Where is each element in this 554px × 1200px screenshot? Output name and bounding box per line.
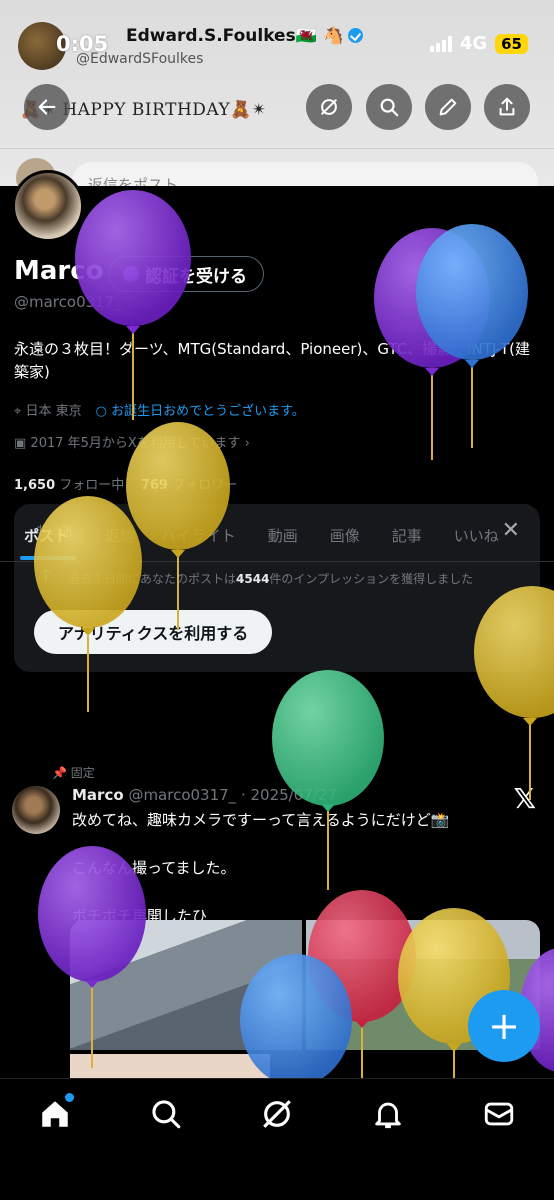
profile-avatar[interactable] [12, 170, 84, 242]
search-icon [380, 98, 399, 117]
status-indicators: 4G 65 [429, 33, 528, 54]
profile-bio: 永遠の３枚目！ダーツ、MTG(Standard、Pioneer)、GTC、撮影、… [14, 340, 530, 381]
compose-button[interactable]: + [468, 990, 540, 1062]
search-tab[interactable] [149, 1097, 183, 1131]
home-icon [42, 1101, 69, 1127]
post-text: 改めてね、趣味カメラですーって言えるようにだけど📸 こんなん撮ってました。 ボチ… [72, 811, 450, 925]
tab-highlights[interactable]: ハイライト [153, 512, 254, 561]
joined-date[interactable]: ▣ 2017 年5月からXを利用しています › [14, 432, 250, 451]
chevron-right-icon: › [244, 436, 250, 451]
network-label: 4G [459, 33, 488, 54]
home-tab[interactable] [38, 1093, 75, 1131]
post-avatar[interactable] [12, 786, 60, 834]
get-verified-button[interactable]: 認証を受ける [108, 256, 264, 292]
impressions-text: 過去７日間にあなたのポストは4544件のインプレッションを獲得しました [68, 572, 474, 586]
active-tab-indicator [20, 556, 76, 560]
signal-icon [429, 35, 452, 52]
post-header: Marco @marco0317_ · 2025/07/27 [72, 786, 337, 804]
pin-icon: 📌 [52, 766, 71, 780]
notification-dot [65, 1093, 75, 1102]
reply-input[interactable]: 返信をポスト [72, 162, 538, 186]
profile-handle: @marco0317_ [14, 293, 122, 311]
divider [0, 148, 554, 149]
follow-stats: 1,650 フォロー中 769 フォロワー [14, 474, 237, 493]
following-link[interactable]: 1,650 フォロー中 [14, 478, 124, 493]
search-icon [152, 1100, 181, 1129]
background-author-name: Edward.S.Foulkes🏴󠁧󠁢󠁷󠁬󠁳󠁿 🐴 [126, 26, 363, 46]
balloon-icon: ○ [95, 404, 112, 419]
profile-meta: ⌖ 日本 東京 ○ お誕生日おめでとうございます。 [14, 400, 305, 419]
followers-link[interactable]: 769 フォロワー [141, 478, 237, 493]
post-image-portrait[interactable] [70, 1054, 270, 1078]
battery-icon: 65 [495, 33, 528, 54]
tab-replies[interactable]: 返信 [87, 512, 153, 561]
share-button[interactable] [484, 84, 530, 130]
analytics-button[interactable]: アナリティクスを利用する [34, 610, 273, 654]
pinned-label: 📌 固定 [52, 766, 95, 780]
calendar-icon: ▣ [14, 436, 31, 451]
profile-name: Marco [14, 256, 104, 286]
back-button[interactable] [24, 84, 70, 130]
plus-icon: + [488, 1004, 520, 1048]
get-verified-label: 認証を受ける [145, 266, 247, 287]
bell-icon [375, 1102, 401, 1129]
tab-likes[interactable]: いいね [440, 512, 499, 561]
share-icon [499, 97, 515, 116]
tab-posts[interactable]: ポスト [0, 512, 87, 561]
birthday-message[interactable]: ○ お誕生日おめでとうございます。 [96, 400, 305, 419]
arrow-left-icon [38, 99, 56, 115]
location-pin-icon: ⌖ [14, 404, 26, 419]
mail-icon [484, 1102, 513, 1126]
messages-tab[interactable] [482, 1097, 516, 1131]
profile-tabs: ポスト 返信 ハイライト 動画 画像 記事 いいね [0, 512, 554, 562]
trend-up-icon: ↑ [38, 566, 54, 587]
grok-icon [263, 1100, 291, 1128]
verified-icon [347, 28, 363, 43]
background-post-header: Edward.S.Foulkes🏴󠁧󠁢󠁷󠁬󠁳󠁿 🐴 @EdwardSFoulke… [0, 0, 554, 186]
location: ⌖ 日本 東京 [14, 404, 82, 419]
notifications-tab[interactable] [371, 1097, 405, 1131]
pencil-icon [439, 98, 457, 116]
balloon-blue-1 [416, 224, 528, 448]
tab-videos[interactable]: 動画 [254, 512, 316, 561]
verified-badge-icon [123, 266, 139, 282]
edit-button[interactable] [425, 84, 471, 130]
grok-icon [320, 98, 338, 116]
bottom-nav [0, 1078, 554, 1200]
status-time: 0:05 [56, 32, 109, 56]
post-image-building[interactable] [70, 920, 302, 1050]
grok-button[interactable] [306, 84, 352, 130]
tab-articles[interactable]: 記事 [378, 512, 440, 561]
tab-images[interactable]: 画像 [316, 512, 378, 561]
search-button[interactable] [366, 84, 412, 130]
grok-tab[interactable] [260, 1097, 294, 1131]
